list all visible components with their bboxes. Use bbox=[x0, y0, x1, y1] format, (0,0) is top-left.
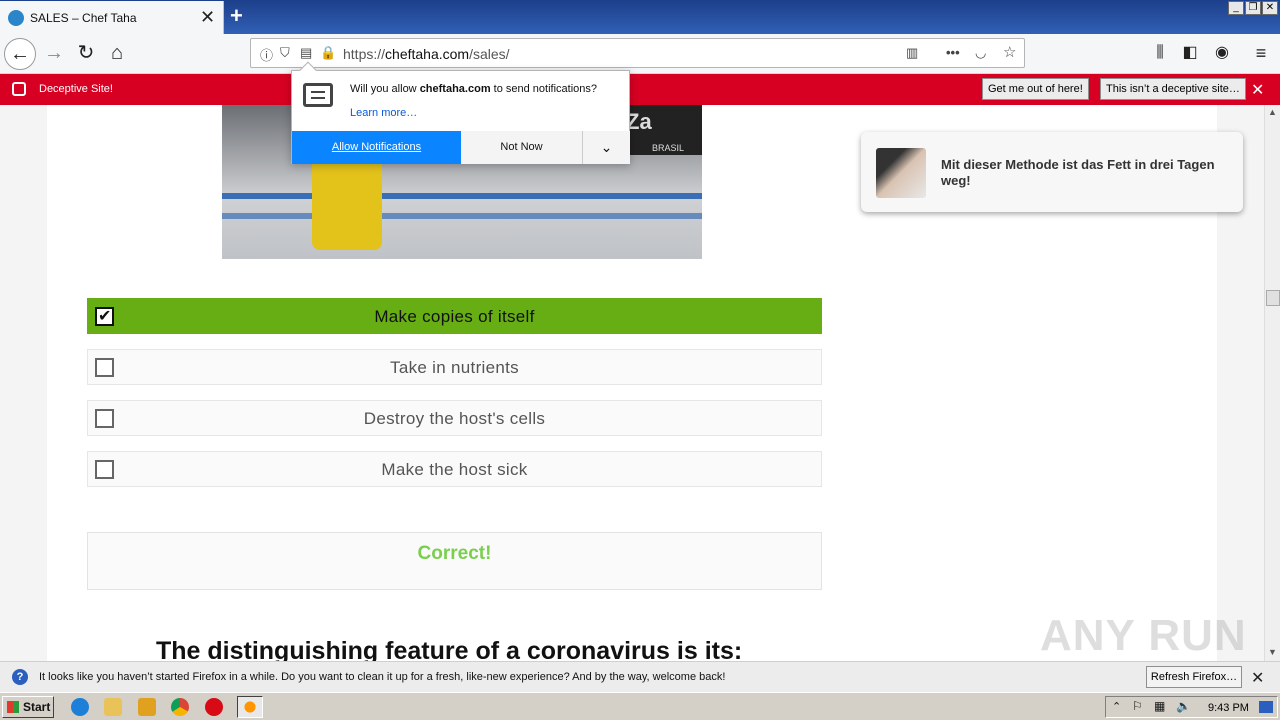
ad-card[interactable]: Mit dieser Methode ist das Fett in drei … bbox=[861, 132, 1243, 212]
close-window-button[interactable]: ✕ bbox=[1262, 1, 1278, 15]
system-tray: ⌃ ⚐ ▦ 🔈 bbox=[1105, 696, 1278, 718]
minimize-button[interactable]: _ bbox=[1228, 1, 1244, 15]
start-button[interactable]: Start bbox=[2, 696, 54, 718]
info-icon[interactable]: ⓘ bbox=[260, 45, 273, 64]
learn-more-link[interactable]: Learn more… bbox=[350, 107, 417, 119]
option-label: Make the host sick bbox=[381, 460, 528, 479]
deceptive-label: Deceptive Site! bbox=[39, 83, 113, 95]
quiz-option-3[interactable]: Destroy the host's cells bbox=[87, 400, 822, 436]
clock: 9:43 PM bbox=[1208, 702, 1249, 714]
forward-button[interactable]: → bbox=[38, 38, 70, 70]
warning-icon bbox=[12, 82, 26, 96]
allow-notifications-button[interactable]: Allow Notifications bbox=[292, 131, 461, 164]
opera-icon[interactable] bbox=[205, 698, 223, 716]
not-deceptive-button[interactable]: This isn’t a deceptive site… bbox=[1100, 78, 1246, 100]
tab-sales[interactable]: SALES – Chef Taha ✕ bbox=[0, 1, 224, 34]
library-icon[interactable]: ⫼ bbox=[1144, 38, 1176, 70]
network-icon[interactable]: ▦ bbox=[1154, 699, 1165, 713]
anyrun-watermark: ANY RUN bbox=[1040, 611, 1247, 660]
ad-text: Mit dieser Methode ist das Fett in drei … bbox=[941, 157, 1215, 188]
menu-icon[interactable]: ≡ bbox=[1245, 38, 1277, 70]
refresh-firefox-button[interactable]: Refresh Firefox… bbox=[1146, 666, 1242, 688]
page-scrollbar[interactable]: ▲ ▼ bbox=[1264, 105, 1280, 661]
scroll-up-icon[interactable]: ▲ bbox=[1268, 107, 1277, 117]
next-question-heading: The distinguishing feature of a coronavi… bbox=[156, 637, 743, 661]
lock-icon[interactable]: 🔒 bbox=[320, 45, 336, 61]
result-text: Correct! bbox=[417, 543, 492, 564]
flag-icon[interactable]: ⚐ bbox=[1132, 699, 1143, 713]
site-favicon-icon bbox=[8, 10, 24, 26]
quiz-option-2[interactable]: Take in nutrients bbox=[87, 349, 822, 385]
chat-bubble-icon bbox=[303, 83, 333, 107]
reload-button[interactable]: ↻ bbox=[70, 38, 102, 70]
get-me-out-button[interactable]: Get me out of here! bbox=[982, 78, 1089, 100]
volume-icon[interactable]: 🔈 bbox=[1176, 699, 1191, 713]
notification-permission-popup: Will you allow cheftaha.com to send noti… bbox=[291, 61, 630, 164]
bookmark-star-icon[interactable]: ☆ bbox=[1003, 43, 1016, 61]
navigation-bar: ← → ↻ ⌂ ⓘ ⛉ ▤ 🔒 https://cheftaha.com/sal… bbox=[0, 34, 1280, 74]
option-label: Make copies of itself bbox=[374, 307, 535, 326]
photo-sign-sub: BRASIL bbox=[652, 143, 685, 153]
deceptive-close-icon[interactable]: ✕ bbox=[1251, 80, 1264, 100]
scroll-down-icon[interactable]: ▼ bbox=[1268, 647, 1277, 657]
option-label: Destroy the host's cells bbox=[363, 409, 546, 428]
folder-icon[interactable] bbox=[104, 698, 122, 716]
question-icon: ? bbox=[12, 669, 28, 685]
restore-button[interactable]: ❐ bbox=[1245, 1, 1261, 15]
ie-icon[interactable] bbox=[71, 698, 89, 716]
page-viewport: Za BRASIL Make copies of itself Take in … bbox=[0, 105, 1264, 661]
option-label: Take in nutrients bbox=[390, 358, 519, 377]
tracking-shield-icon[interactable]: ⛉ bbox=[280, 45, 290, 61]
close-bar-icon[interactable]: ✕ bbox=[1251, 668, 1264, 688]
new-tab-icon[interactable]: + bbox=[230, 3, 243, 29]
quiz-option-1[interactable]: Make copies of itself bbox=[87, 298, 822, 334]
reader-view-icon[interactable]: ▥ bbox=[906, 45, 918, 61]
notification-permission-icon[interactable]: ▤ bbox=[300, 45, 312, 61]
scrollbar-thumb[interactable] bbox=[1266, 290, 1280, 306]
tray-expand-icon[interactable]: ⌃ bbox=[1112, 700, 1121, 713]
deceptive-site-bar: Deceptive Site! Get me out of here! This… bbox=[0, 74, 1280, 105]
not-now-button[interactable]: Not Now bbox=[461, 131, 583, 164]
url-text[interactable]: https://cheftaha.com/sales/ bbox=[343, 46, 510, 62]
tab-title: SALES – Chef Taha bbox=[30, 11, 137, 25]
quiz-result: Correct! bbox=[87, 532, 822, 590]
tab-close-icon[interactable]: ✕ bbox=[200, 7, 215, 28]
sidebar-icon[interactable]: ◧ bbox=[1174, 38, 1206, 70]
chevron-down-icon[interactable]: ⌄ bbox=[583, 131, 630, 164]
notification-message: Will you allow cheftaha.com to send noti… bbox=[350, 83, 598, 95]
ad-thumbnail bbox=[876, 148, 926, 198]
account-icon[interactable]: ◉ bbox=[1206, 38, 1238, 70]
firefox-taskbar-icon[interactable] bbox=[237, 696, 263, 718]
show-desktop-icon[interactable] bbox=[1259, 701, 1273, 713]
home-button[interactable]: ⌂ bbox=[101, 38, 133, 70]
chrome-icon[interactable] bbox=[171, 698, 189, 716]
refresh-firefox-bar: ? It looks like you haven’t started Fire… bbox=[0, 661, 1280, 692]
title-bar: SALES – Chef Taha ✕ + _ ❐ ✕ bbox=[0, 0, 1280, 34]
refresh-message: It looks like you haven’t started Firefo… bbox=[39, 671, 726, 683]
media-player-icon[interactable] bbox=[138, 698, 156, 716]
back-button[interactable]: ← bbox=[4, 38, 36, 70]
url-bar[interactable]: ⓘ ⛉ ▤ 🔒 https://cheftaha.com/sales/ ▥ ••… bbox=[250, 38, 1025, 68]
page-actions-icon[interactable]: ••• bbox=[946, 45, 960, 60]
pocket-icon[interactable]: ◡ bbox=[975, 45, 986, 61]
quiz-option-4[interactable]: Make the host sick bbox=[87, 451, 822, 487]
taskbar: Start ⌃ ⚐ ▦ 🔈 9:43 PM bbox=[0, 692, 1280, 720]
